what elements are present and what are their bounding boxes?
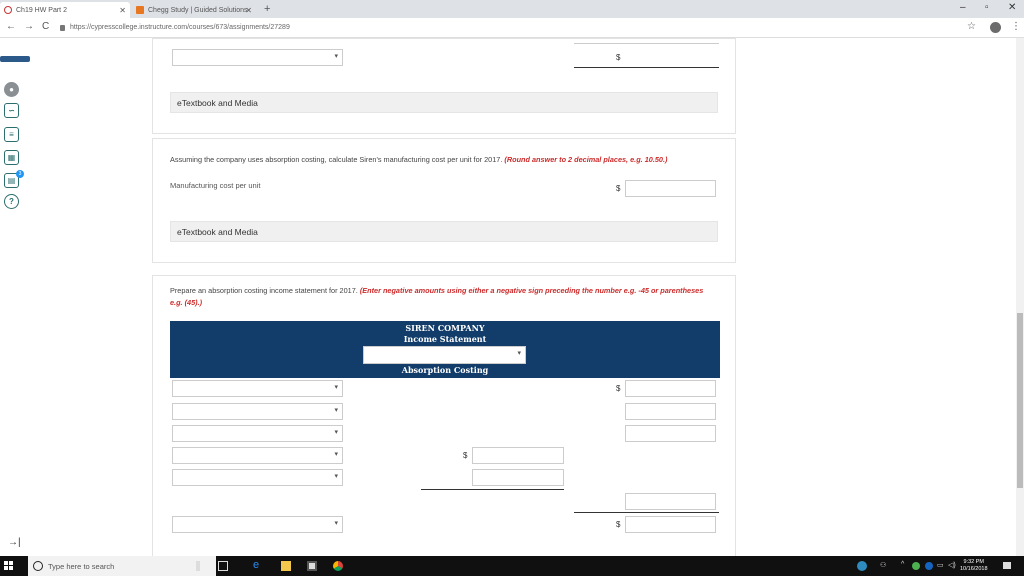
statement-subtotal-input-2[interactable] [472,469,564,486]
taskbar-clock[interactable]: 9:32 PM 10/16/2018 [960,559,988,573]
statement-amount-input-2[interactable] [625,403,716,420]
clock-date: 10/16/2018 [960,566,988,572]
dollar-sign: $ [616,53,621,62]
statement-subtotal-input-1[interactable] [472,447,564,464]
question-prompt: Assuming the company uses absorption cos… [170,155,668,164]
notification-badge: 3 [16,170,24,178]
back-button[interactable]: ← [6,21,16,32]
account-dropdown[interactable] [172,49,343,66]
statement-line-dropdown-1[interactable] [172,380,343,397]
windows-taskbar: Type here to search e ⚇ ^ ▭ ◁) 9:32 PM 1… [0,556,1024,576]
tab-label: Chegg Study | Guided Solutions [148,6,248,14]
unit-cost-question-card: Assuming the company uses absorption cos… [152,138,736,263]
tab-label: Ch19 HW Part 2 [16,6,67,14]
statement-header: SIREN COMPANY Income Statement Absorptio… [170,321,720,378]
dollar-sign: $ [616,184,621,193]
etextbook-media-bar[interactable]: eTextbook and Media [170,92,718,113]
task-view-icon[interactable] [218,561,228,571]
bookmark-star-icon[interactable]: ☆ [967,21,976,32]
period-dropdown[interactable] [363,346,526,364]
minimize-button[interactable]: – [960,2,966,13]
chegg-favicon-icon [136,6,144,14]
divider [574,43,719,44]
question-prompt: Prepare an absorption costing income sta… [170,286,704,307]
statement-line-dropdown-5[interactable] [172,469,343,486]
statement-line-dropdown-6[interactable] [172,516,343,533]
volume-icon[interactable]: ◁) [948,561,956,569]
canvas-favicon-icon [4,6,12,14]
notifications-icon[interactable] [1003,562,1011,569]
tab-ch19-hw[interactable]: Ch19 HW Part 2 ✕ [0,2,130,18]
statement-amount-input-5[interactable] [625,516,716,533]
help-icon[interactable]: ? [4,194,19,209]
browser-tab-bar: Ch19 HW Part 2 ✕ Chegg Study | Guided So… [0,0,1024,18]
lock-icon [60,24,65,31]
new-tab-button[interactable]: + [264,3,270,15]
statement-amount-input-1[interactable] [625,380,716,397]
statement-amount-input-3[interactable] [625,425,716,442]
statement-amount-input-4[interactable] [625,493,716,510]
clock-time: 9:32 PM [963,559,984,565]
book-icon[interactable]: ≡ [4,127,19,142]
dollar-sign: $ [463,451,468,460]
close-tab-icon[interactable]: ✕ [119,6,126,15]
microphone-icon[interactable] [196,561,200,571]
taskbar-search-box[interactable]: Type here to search [28,556,216,576]
tab-chegg[interactable]: Chegg Study | Guided Solutions ✕ [132,2,256,18]
statement-title: Income Statement [403,334,487,344]
store-icon[interactable] [307,561,317,571]
network-icon[interactable]: ▭ [937,561,944,569]
dollar-sign: $ [616,520,621,529]
address-bar-row: ← → C https://cypresscollege.instructure… [0,18,1024,38]
close-window-button[interactable]: ✕ [1008,2,1016,13]
tray-app-icon-1[interactable] [912,562,920,570]
windows-start-icon[interactable] [4,561,14,571]
menu-kebab-icon[interactable]: ⋮ [1011,21,1021,32]
income-statement-question-card: Prepare an absorption costing income sta… [152,275,736,565]
college-logo [0,56,30,62]
reload-button[interactable]: C [42,21,49,32]
collapse-sidebar-icon[interactable]: →| [8,537,21,548]
manufacturing-cost-label: Manufacturing cost per unit [170,181,261,190]
extension-icon[interactable] [990,22,1001,33]
statement-line-dropdown-4[interactable] [172,447,343,464]
scrollbar-thumb[interactable] [1017,313,1023,488]
url-bar[interactable]: https://cypresscollege.instructure.com/c… [56,20,936,35]
search-placeholder: Type here to search [48,561,115,571]
page-scrollbar[interactable] [1016,38,1024,556]
previous-question-card: $ eTextbook and Media [152,38,736,134]
url-text: https://cypresscollege.instructure.com/c… [70,24,290,31]
maximize-button[interactable]: ▫ [985,2,989,13]
statement-line-dropdown-3[interactable] [172,425,343,442]
tray-app-icon-2[interactable] [925,562,933,570]
chrome-icon[interactable] [333,561,343,571]
edge-icon[interactable]: e [253,559,263,571]
subtotal-underline [421,489,564,490]
company-name: SIREN COMPANY [405,323,485,333]
manufacturing-cost-input[interactable] [625,180,716,197]
file-explorer-icon[interactable] [281,561,291,571]
question-instruction: (Round answer to 2 decimal places, e.g. … [504,155,668,164]
close-tab-icon[interactable]: ✕ [245,6,252,15]
etextbook-media-bar[interactable]: eTextbook and Media [170,221,718,242]
costing-method-title: Absorption Costing [401,365,489,375]
statement-line-dropdown-2[interactable] [172,403,343,420]
user-avatar-icon[interactable]: ● [4,82,19,97]
calculator-icon[interactable]: ▦ [4,150,19,165]
dollar-sign: $ [616,384,621,393]
total-underline [574,67,719,68]
handshake-icon[interactable]: ∽ [4,103,19,118]
show-hidden-icons[interactable]: ^ [901,561,904,568]
total-underline [574,512,719,513]
people-icon[interactable]: ⚇ [880,561,886,569]
forward-button[interactable]: → [24,21,34,32]
help-tray-icon[interactable] [857,561,867,571]
cortana-icon [33,561,43,571]
